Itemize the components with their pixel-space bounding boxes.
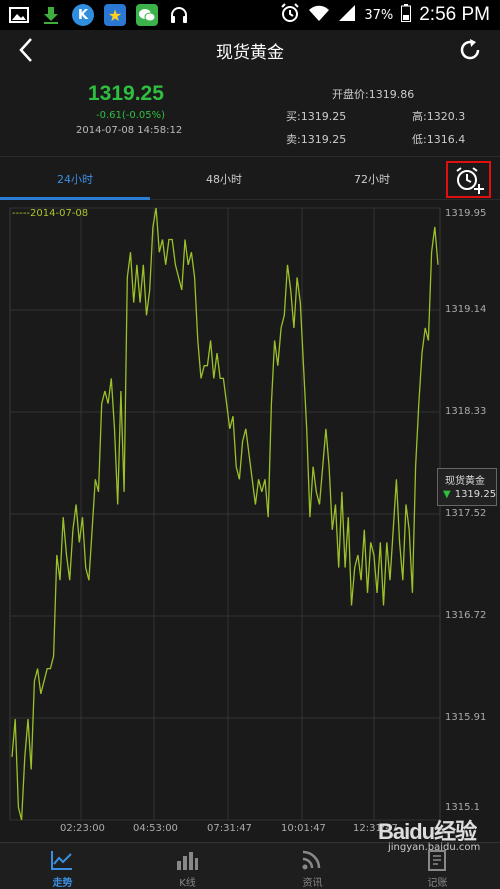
quote-panel: 1319.25 -0.61(-0.05%) 2014-07-08 14:58:1… — [0, 70, 500, 156]
x-tick-label: 10:01:47 — [281, 823, 326, 834]
current-price: 1319.25 — [88, 82, 164, 105]
star-app-icon: ★ — [104, 4, 126, 26]
y-tick-label: 1319.95 — [445, 208, 487, 219]
title-bar: 现货黄金 — [0, 30, 500, 70]
down-triangle-icon: ▼ — [443, 489, 451, 500]
sell-price: 卖:1319.25 — [286, 133, 347, 146]
battery-percent: 37% — [364, 7, 394, 23]
y-tick-label: 1316.72 — [445, 610, 487, 621]
baidu-watermark: Baidu经验 jingyan.baidu.com — [378, 806, 500, 889]
price-chart: -----2014-07-08 1319.95 1319.14 1318.33 131… — [0, 200, 500, 842]
alarm-icon — [280, 3, 300, 27]
battery-icon — [401, 4, 412, 26]
rss-icon — [302, 850, 321, 870]
headphones-icon — [168, 4, 190, 26]
x-tick-label: 02:23:00 — [60, 823, 105, 834]
price-tooltip: 现货黄金 ▼ 1319.25 — [437, 468, 497, 506]
tab-24h[interactable]: 24小时 — [0, 157, 150, 201]
wifi-icon — [308, 4, 330, 26]
x-tick-label: 04:53:00 — [133, 823, 178, 834]
refresh-icon — [460, 39, 480, 60]
y-tick-label: 1317.52 — [445, 508, 487, 519]
status-bar: K ★ 37% 2:56 PM — [0, 0, 500, 30]
watermark-site: jingyan.baidu.com — [388, 842, 481, 853]
download-arrow-icon — [40, 4, 62, 26]
tooltip-name: 现货黄金 — [445, 476, 485, 487]
nav-label: K线 — [179, 878, 196, 889]
quote-details: 开盘价:1319.86 买:1319.25 高:1320.3 卖:1319.25… — [286, 86, 496, 156]
refresh-button[interactable] — [456, 36, 484, 64]
line-chart-icon — [51, 851, 72, 870]
wechat-icon — [136, 4, 158, 26]
alarm-plus-icon — [455, 166, 484, 194]
tooltip-value-row: ▼ 1319.25 — [443, 489, 496, 500]
buy-price: 买:1319.25 — [286, 110, 347, 123]
nav-label: 资讯 — [302, 878, 323, 889]
nav-news[interactable]: 资讯 — [250, 843, 375, 889]
tab-48h[interactable]: 48小时 — [150, 157, 298, 201]
nav-label: 走势 — [52, 878, 73, 889]
x-tick-label: 07:31:47 — [207, 823, 252, 834]
timeframe-tabs: 24小时 48小时 72小时 — [0, 156, 500, 200]
nav-kline[interactable]: K线 — [125, 843, 250, 889]
low-price: 低:1316.4 — [412, 133, 466, 146]
signal-icon — [338, 4, 356, 26]
price-change: -0.61(-0.05%) — [96, 110, 166, 121]
high-price: 高:1320.3 — [412, 110, 466, 123]
y-tick-label: 1315.91 — [445, 712, 487, 723]
open-price: 开盘价:1319.86 — [332, 88, 415, 101]
page-title: 现货黄金 — [216, 43, 284, 63]
y-tick-label: 1319.14 — [445, 304, 487, 315]
clock-time: 2:56 PM — [419, 4, 490, 25]
image-icon — [8, 4, 30, 26]
add-alarm-button[interactable] — [446, 161, 491, 198]
chart-legend: -----2014-07-08 — [12, 208, 89, 219]
nav-trend[interactable]: 走势 — [0, 843, 125, 889]
y-tick-label: 1318.33 — [445, 406, 487, 417]
k-app-icon: K — [72, 4, 94, 26]
tooltip-value: 1319.25 — [454, 489, 497, 500]
chart-canvas — [9, 207, 441, 821]
quote-timestamp: 2014-07-08 14:58:12 — [76, 125, 183, 136]
tab-72h[interactable]: 72小时 — [298, 157, 446, 201]
bar-chart-icon — [177, 852, 198, 870]
